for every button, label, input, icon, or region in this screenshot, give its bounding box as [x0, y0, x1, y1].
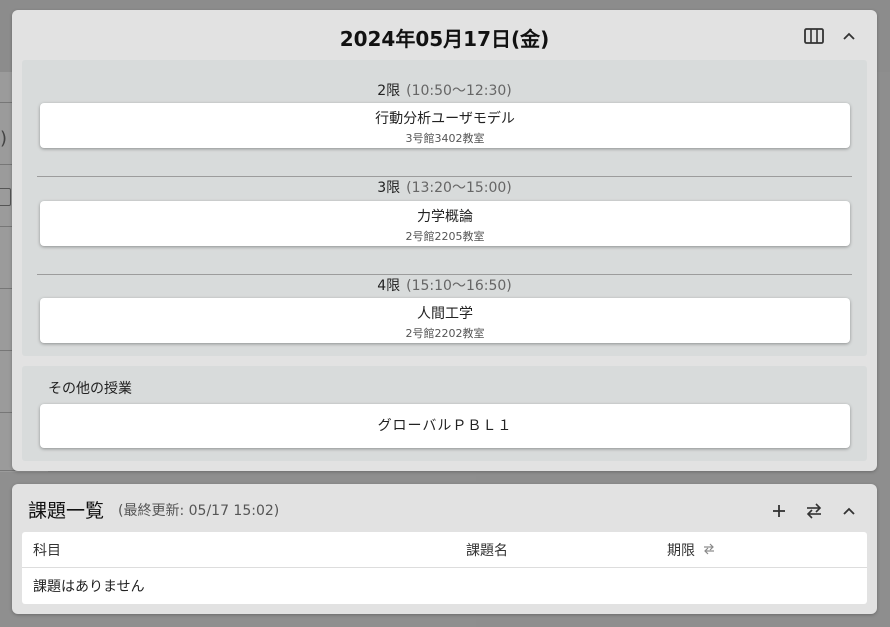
other-classes-panel: その他の授業 グローバルＰＢＬ１ — [22, 366, 867, 461]
chevron-up-icon[interactable] — [837, 24, 861, 48]
period-number: 4限 — [377, 278, 401, 294]
period-title: 4限 (15:10〜16:50) — [22, 275, 867, 295]
plus-icon[interactable] — [767, 499, 791, 523]
other-classes-title: その他の授業 — [48, 381, 132, 397]
tasks-title: 課題一覧 — [28, 500, 105, 522]
sort-icon — [703, 543, 715, 559]
schedule-header: 2024年05月17日(金) — [12, 10, 877, 60]
empty-message: 課題はありません — [33, 579, 145, 595]
class-room: 3号館3402教室 — [405, 132, 485, 145]
schedule-date: 2024年05月17日(金) — [339, 27, 550, 51]
column-header-deadline[interactable]: 期限 — [667, 540, 715, 560]
table-header-divider — [22, 567, 867, 568]
period-title: 3限 (13:20〜15:00) — [22, 177, 867, 197]
columns-icon[interactable] — [802, 24, 826, 48]
class-name: 人間工学 — [417, 306, 473, 322]
class-card[interactable]: 力学概論 2号館2205教室 — [40, 201, 850, 246]
schedule-card: 2024年05月17日(金) 2限 (10:50〜12:30) 行動分析ユーザモデ… — [12, 10, 877, 471]
periods-panel: 2限 (10:50〜12:30) 行動分析ユーザモデル 3号館3402教室 3限 (… — [22, 60, 867, 356]
period-number: 2限 — [377, 83, 401, 99]
class-card[interactable]: 人間工学 2号館2202教室 — [40, 298, 850, 343]
chevron-up-icon[interactable] — [837, 499, 861, 523]
column-header-deadline-label: 期限 — [667, 543, 695, 559]
class-card[interactable]: 行動分析ユーザモデル 3号館3402教室 — [40, 103, 850, 148]
period-number: 3限 — [377, 180, 401, 196]
class-room: 2号館2205教室 — [405, 230, 485, 243]
period-time: (13:20〜15:00) — [406, 180, 512, 196]
other-class-card[interactable]: グローバルＰＢＬ１ — [40, 404, 850, 448]
column-header-task-name[interactable]: 課題名 — [466, 540, 508, 560]
period-title: 2限 (10:50〜12:30) — [22, 80, 867, 100]
tasks-table: 科目 課題名 期限 課題はありません — [22, 532, 867, 604]
period-time: (15:10〜16:50) — [406, 278, 512, 294]
background-edit-icon — [0, 188, 11, 206]
column-header-subject[interactable]: 科目 — [33, 540, 61, 560]
class-room: 2号館2202教室 — [405, 327, 485, 340]
tasks-card: 課題一覧 (最終更新: 05/17 15:02) 科目 課題名 期限 課題はあり… — [12, 484, 877, 614]
background-glyph: ) — [0, 128, 8, 149]
period-time: (10:50〜12:30) — [406, 83, 512, 99]
tasks-updated: (最終更新: 05/17 15:02) — [118, 503, 280, 519]
class-name: 力学概論 — [417, 209, 473, 225]
class-name: 行動分析ユーザモデル — [375, 111, 515, 127]
swap-icon[interactable] — [802, 499, 826, 523]
